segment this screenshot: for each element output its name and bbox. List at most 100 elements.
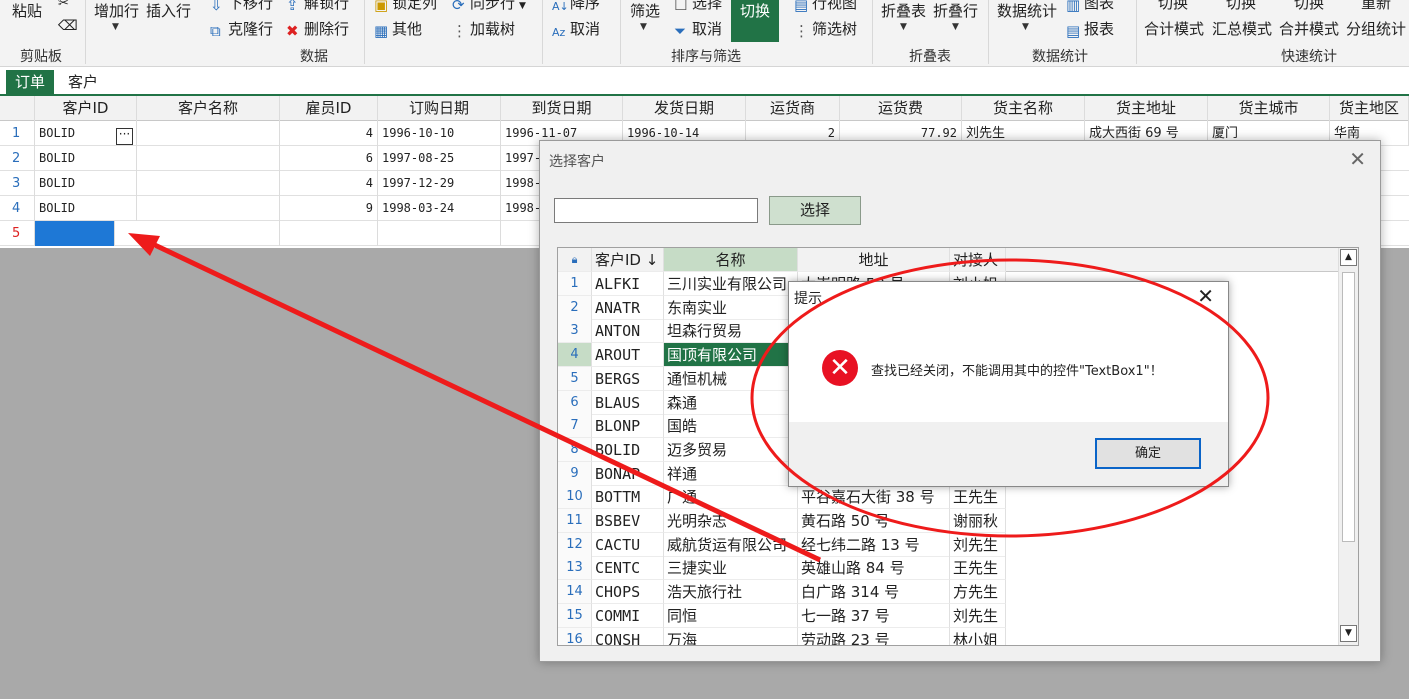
row-number[interactable]: 15 [558,603,592,628]
customer-id-cell[interactable]: BONAP [592,461,664,486]
employee-id-cell[interactable]: 6 [280,146,378,171]
list-item[interactable]: 14 CHOPS 浩天旅行社 白广路 314 号方先生 [558,580,1340,605]
order-date-cell[interactable]: 1996-10-10 [378,121,501,146]
customer-id-cell[interactable]: BSBEV [592,509,664,533]
row-number[interactable]: 2 [558,295,592,320]
customer-id-edit-cell[interactable] [35,221,115,246]
list-item[interactable]: 16 CONSH 万海 劳动路 23 号林小姐 [558,627,1340,645]
row-number[interactable]: 5 [0,221,35,246]
customer-name-cell[interactable]: 国顶有限公司 [664,343,798,368]
close-icon[interactable]: ✕ [1197,284,1214,308]
scroll-up-icon[interactable]: ▲ [1340,249,1357,266]
address-cell[interactable]: 经七纬二路 13 号 [798,532,950,557]
customer-name-cell[interactable]: 通恒机械 [664,366,798,391]
summary-mode-label[interactable]: 汇总模式 [1212,18,1272,39]
address-cell[interactable]: 英雄山路 84 号 [798,556,950,581]
report-button[interactable]: ▤ 报表 [1066,18,1114,40]
address-cell[interactable]: 黄石路 50 号 [798,509,950,533]
chevron-down-icon[interactable]: ▼ [952,22,959,32]
chevron-down-icon[interactable]: ▼ [900,22,907,32]
customer-id-cell[interactable]: BOLID [35,146,137,171]
customer-name-cell[interactable] [137,146,280,171]
customer-name-cell[interactable]: 三川实业有限公司 [664,272,798,296]
customer-name-cell[interactable]: 同恒 [664,603,798,628]
contact-cell[interactable]: 方先生 [950,580,1006,605]
column-header[interactable]: 客户ID [35,96,137,121]
employee-id-cell[interactable] [280,221,378,246]
customer-id-cell[interactable]: ALFKI [592,272,664,296]
customer-id-cell[interactable]: ANATR [592,295,664,320]
qs-switch-1-button[interactable]: 切换 [1158,0,1188,13]
renew-button[interactable]: 重新 [1361,0,1391,13]
column-header[interactable]: 货主城市 [1208,96,1330,121]
customer-name-cell[interactable]: 迈多贸易 [664,437,798,462]
customer-name-cell[interactable]: 万海 [664,627,798,645]
row-number[interactable]: 3 [0,171,35,196]
row-number[interactable]: 7 [558,414,592,439]
row-number[interactable]: 5 [558,366,592,391]
row-number[interactable]: 11 [558,509,592,533]
column-header[interactable]: 货主地区 [1330,96,1409,121]
row-number[interactable]: 13 [558,556,592,581]
customer-id-cell[interactable]: AROUT [592,343,664,368]
merge-mode-label[interactable]: 合并模式 [1279,18,1339,39]
customer-id-cell[interactable]: BERGS [592,366,664,391]
list-item[interactable]: 10 BOTTM 广通 平谷嘉石大街 38 号王先生 [558,485,1340,510]
delete-row-button[interactable]: ✖ 删除行 [286,18,349,40]
address-cell[interactable]: 七一路 37 号 [798,603,950,628]
select-filter-button[interactable]: ☐ 选择 [674,0,722,14]
contact-cell[interactable]: 王先生 [950,556,1006,581]
group-stats-label[interactable]: 分组统计 [1346,18,1406,39]
row-number[interactable]: 14 [558,580,592,605]
column-header[interactable]: 对接人 [950,248,1006,272]
order-date-cell[interactable] [378,221,501,246]
customer-name-cell[interactable]: 浩天旅行社 [664,580,798,605]
list-item[interactable]: 15 COMMI 同恒 七一路 37 号刘先生 [558,603,1340,628]
contact-cell[interactable]: 王先生 [950,485,1006,510]
eraser-icon[interactable]: ⌫ [58,18,78,34]
paste-button[interactable]: 粘贴 [12,0,42,21]
employee-id-cell[interactable]: 4 [280,171,378,196]
contact-cell[interactable]: 刘先生 [950,603,1006,628]
cancel-filter-button[interactable]: ⏷ 取消 [674,18,722,40]
row-number[interactable]: 6 [558,390,592,415]
close-icon[interactable]: ✕ [1349,147,1366,171]
ellipsis-lookup-button[interactable]: ··· [116,128,133,145]
select-button[interactable]: 选择 [769,196,861,225]
customer-name-cell[interactable]: 祥通 [664,461,798,486]
row-number[interactable]: 9 [558,461,592,486]
contact-cell[interactable]: 谢丽秋 [950,509,1006,533]
customer-name-cell[interactable]: 广通 [664,485,798,510]
customer-id-cell[interactable]: ANTON [592,319,664,344]
column-header[interactable]: 客户ID ↓ [592,248,664,272]
scrollbar-thumb[interactable] [1342,272,1355,542]
scrollbar[interactable]: ▲ ▼ [1338,248,1358,645]
list-item[interactable]: 11 BSBEV 光明杂志 黄石路 50 号谢丽秋 [558,509,1340,533]
row-number[interactable]: 10 [558,485,592,510]
order-date-cell[interactable]: 1997-08-25 [378,146,501,171]
scroll-down-icon[interactable]: ▼ [1340,625,1357,642]
fold-table-button[interactable]: 折叠表 [881,0,926,21]
customer-id-cell[interactable]: CACTU [592,532,664,557]
tab-orders[interactable]: 订单 [6,70,55,94]
load-tree-button[interactable]: ⋮ 加载树 [452,18,515,40]
data-stats-button[interactable]: 数据统计 [997,0,1057,21]
sum-mode-label[interactable]: 合计模式 [1144,18,1204,39]
address-cell[interactable]: 劳动路 23 号 [798,627,950,645]
row-view-button[interactable]: ▤ 行视图 [794,0,857,14]
column-header[interactable]: 货主名称 [962,96,1085,121]
row-number[interactable]: 2 [0,146,35,171]
column-header[interactable]: 运货商 [746,96,840,121]
row-number[interactable]: 1 [558,272,592,296]
customer-name-cell[interactable]: 三捷实业 [664,556,798,581]
row-number[interactable]: 12 [558,532,592,557]
column-header[interactable]: 雇员ID [280,96,378,121]
list-item[interactable]: 13 CENTC 三捷实业 英雄山路 84 号王先生 [558,556,1340,581]
customer-id-cell[interactable]: BOLID [35,196,137,221]
employee-id-cell[interactable]: 4 [280,121,378,146]
column-header[interactable]: 运货费 [840,96,962,121]
customer-id-cell[interactable]: BOTTM [592,485,664,510]
customer-name-cell[interactable]: 坦森行贸易 [664,319,798,344]
address-cell[interactable]: 平谷嘉石大街 38 号 [798,485,950,510]
order-date-cell[interactable]: 1997-12-29 [378,171,501,196]
